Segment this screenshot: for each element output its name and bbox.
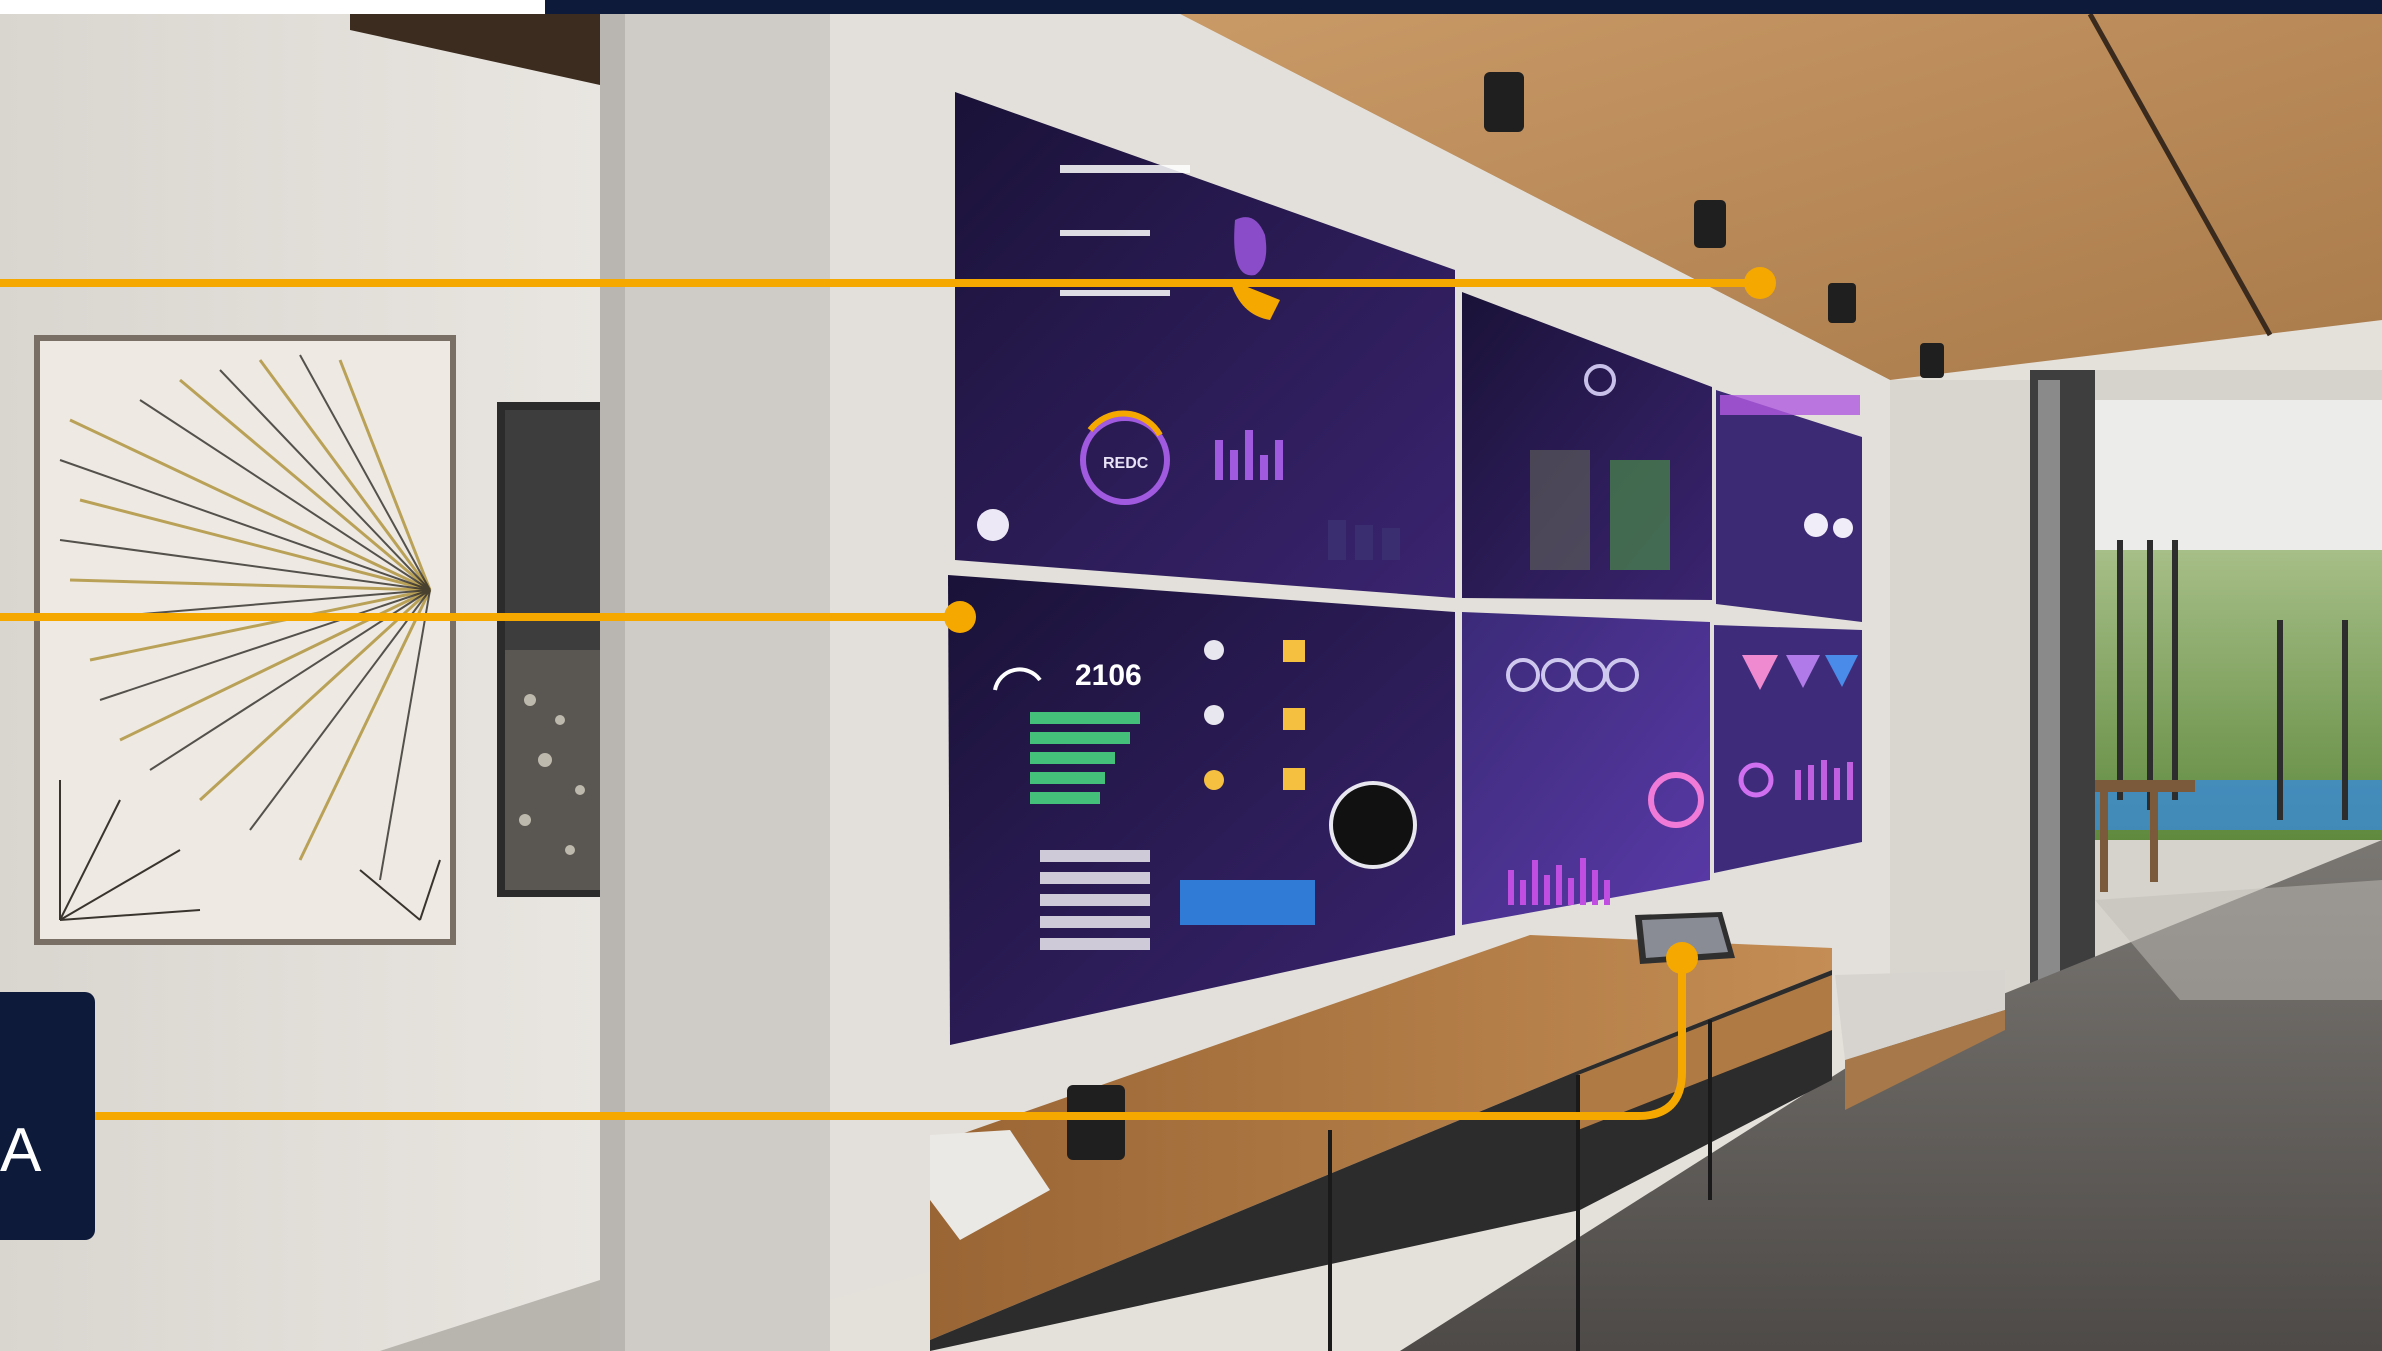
- photo-scene: A 2106 REDC: [0, 0, 2382, 1351]
- dashboard-gauge-label: REDC: [1103, 455, 1149, 472]
- dashboard-readout: 2106: [1075, 659, 1142, 692]
- dashboard-text-layer: 2106 REDC: [1075, 455, 1149, 692]
